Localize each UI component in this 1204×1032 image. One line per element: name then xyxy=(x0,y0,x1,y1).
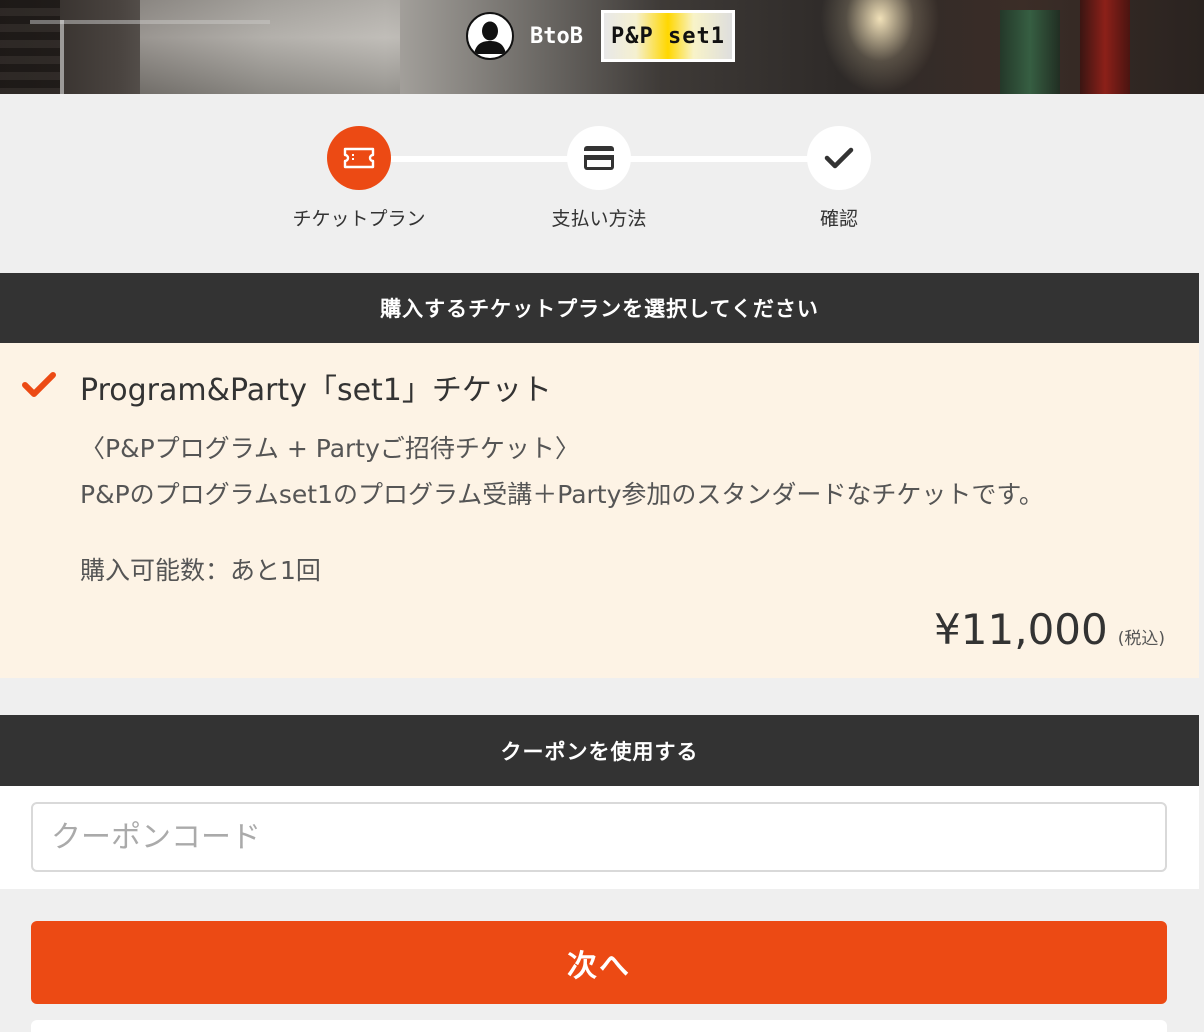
plan-section-heading-text: 購入するチケットプランを選択してください xyxy=(380,297,819,321)
plan-badge-label: P&P set1 xyxy=(611,23,725,49)
step-payment-method xyxy=(567,126,631,190)
price-tax-note: (税込) xyxy=(1117,629,1165,649)
step-label: 支払い方法 xyxy=(551,208,647,230)
ticket-price: ¥11,000 (税込) xyxy=(934,605,1165,654)
coupon-section-heading-text: クーポンを使用する xyxy=(500,739,699,764)
user-avatar-icon xyxy=(466,12,514,60)
step-label: チケットプラン xyxy=(292,208,426,230)
price-value: ¥11,000 xyxy=(934,605,1108,654)
ticket-title: Program&Party「set1」チケット xyxy=(80,373,552,408)
coupon-box xyxy=(0,786,1199,889)
hero-banner: BtoB P&P set1 xyxy=(0,0,1204,94)
coupon-section-heading: クーポンを使用する xyxy=(0,715,1199,786)
step-connector xyxy=(630,156,810,162)
hero-decoration xyxy=(820,0,940,94)
hero-decoration xyxy=(140,0,400,94)
credit-card-icon xyxy=(584,146,614,170)
checkout-stepper: チケットプラン 支払い方法 確認 xyxy=(0,94,1204,274)
hero-decoration xyxy=(1000,10,1060,94)
user-type-label: BtoB xyxy=(530,23,583,49)
coupon-code-input[interactable] xyxy=(31,802,1167,872)
step-confirm xyxy=(807,126,871,190)
step-connector xyxy=(390,156,570,162)
hero-decoration xyxy=(0,0,60,94)
bottom-card xyxy=(31,1020,1167,1032)
step-label: 確認 xyxy=(819,208,858,230)
ticket-plan-option[interactable]: Program&Party「set1」チケット 〈P&Pプログラム + Part… xyxy=(0,343,1199,678)
hero-decoration xyxy=(1080,0,1130,94)
ticket-description: P&Pのプログラムset1のプログラム受講＋Party参加のスタンダードなチケッ… xyxy=(80,480,1044,509)
plan-badge: P&P set1 xyxy=(600,10,735,62)
ticket-subtitle: 〈P&Pプログラム + Partyご招待チケット〉 xyxy=(80,434,580,463)
next-button[interactable]: 次へ xyxy=(31,921,1167,1004)
ticket-icon xyxy=(343,147,375,169)
step-ticket-plan xyxy=(327,126,391,190)
header-badges: BtoB P&P set1 xyxy=(466,10,735,62)
selected-check-icon xyxy=(22,372,56,397)
ticket-remaining: 購入可能数：あと1回 xyxy=(80,556,321,585)
check-icon xyxy=(824,147,854,169)
plan-section-heading: 購入するチケットプランを選択してください xyxy=(0,273,1199,343)
hero-decoration xyxy=(60,20,64,94)
